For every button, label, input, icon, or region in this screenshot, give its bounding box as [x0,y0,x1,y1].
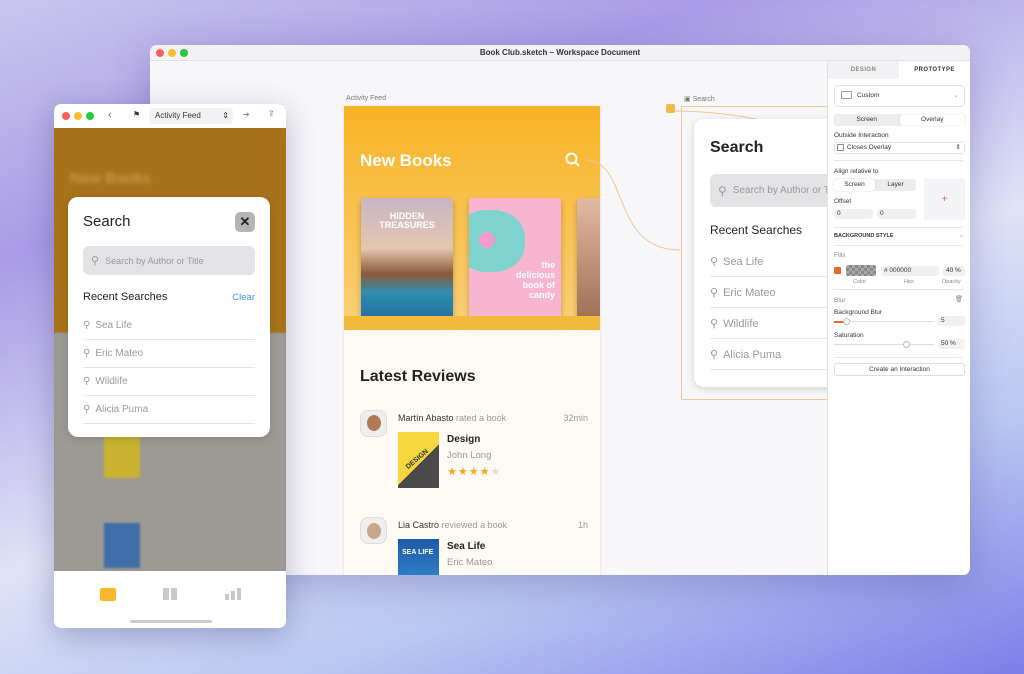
artboard-activity-feed[interactable]: New Books HIDDEN TREASURES the delicious… [344,106,600,575]
opacity-field[interactable]: 40 % [943,266,965,276]
title-bar: Book Club.sketch – Workspace Document [150,45,970,61]
alignment-grid[interactable]: + [924,179,965,220]
avatar [360,410,387,437]
recent-search-item[interactable]: ⚲ Sea Life [83,312,255,340]
hotspot-marker[interactable] [666,104,675,113]
blur-field[interactable]: 5 [938,316,965,326]
artboard-label-search[interactable]: ▣ Search [684,95,715,103]
shelf [344,316,600,330]
saturation-slider[interactable] [834,341,934,348]
artboard-search[interactable]: Search ⚲ Search by Author or Title Recent… [681,106,860,400]
search-icon: ⚲ [83,320,91,331]
tab-bar [54,571,286,628]
search-icon: ⚲ [710,349,719,361]
search-modal: Search ✕ ⚲ Search by Author or Title Rece… [68,197,270,437]
trash-icon[interactable]: 🗑 [955,295,963,303]
device-select[interactable]: Custom ⌄ [834,85,965,107]
search-icon: ⚲ [91,255,100,267]
close-button[interactable] [156,49,164,57]
chevron-down-icon[interactable]: ⌄ [959,231,964,239]
artboard-label-feed[interactable]: Activity Feed [346,95,386,102]
back-icon[interactable]: ‹ [108,109,112,121]
flag-icon[interactable]: ⚑ [133,110,140,119]
tab-prototype[interactable]: PROTOTYPE [899,61,970,79]
clear-button[interactable]: Clear [232,292,255,303]
offset-x-field[interactable]: 0 [834,209,873,219]
search-icon: ⚲ [710,256,719,268]
create-interaction-button[interactable]: Create an Interaction [834,363,965,376]
mode-segmented-control[interactable]: Screen Overlay [834,114,965,126]
search-icon: ⚲ [718,183,727,198]
hex-field[interactable]: # 000000 [881,266,939,276]
blur-slider[interactable] [834,318,934,325]
recent-search-item[interactable]: ⚲ Wildlife [83,368,255,396]
preview-toolbar: ‹ ⚑ Activity Feed ⇕ ➔ ⇪ [54,104,286,128]
window-controls [156,49,188,57]
fill-checkbox[interactable] [834,267,841,274]
feed-header: New Books HIDDEN TREASURES the delicious… [344,106,600,330]
minimize-button[interactable] [168,49,176,57]
window-title: Book Club.sketch – Workspace Document [479,48,641,57]
feed-title: New Books [360,151,452,170]
close-button[interactable] [62,112,70,120]
search-icon: ⚲ [83,348,91,359]
stats-icon[interactable] [225,588,241,600]
saturation-field[interactable]: 50 % [938,339,965,349]
search-icon: ⚲ [83,376,91,387]
books-icon[interactable] [100,588,116,601]
home-indicator [130,620,212,623]
book-cover: DESIGN [398,432,439,488]
reviews-heading: Latest Reviews [360,368,476,385]
tab-design[interactable]: DESIGN [828,61,899,79]
search-icon: ⚲ [710,287,719,299]
book-cover: SEA LIFE [398,539,439,575]
zoom-button[interactable] [86,112,94,120]
device-icon [841,91,852,99]
outside-interaction-select[interactable]: Closes Overlay ⇕ [834,142,965,154]
close-icon[interactable]: ✕ [235,212,255,232]
search-icon: ⚲ [83,404,91,415]
offset-y-field[interactable]: 0 [877,209,916,219]
align-segmented-control[interactable]: Screen Layer [834,179,916,191]
recent-search-item[interactable]: ⚲ Alicia Puma [83,396,255,424]
inspector-panel: DESIGN PROTOTYPE Custom ⌄ Screen Overlay Ou… [827,61,970,575]
search-icon: ⚲ [710,318,719,330]
zoom-button[interactable] [180,49,188,57]
avatar [360,517,387,544]
star-rating: ★★★★★ [447,466,502,478]
library-icon[interactable] [163,588,177,600]
page-selector[interactable]: Activity Feed ⇕ [149,108,233,124]
color-swatch[interactable] [846,265,876,276]
book-cover[interactable]: HIDDEN TREASURES [361,198,453,324]
book-cover[interactable]: the delicious book of candy [469,198,561,324]
search-input[interactable]: ⚲ Search by Author or Title [83,246,255,275]
recent-search-item[interactable]: ⚲ Eric Mateo [83,340,255,368]
minimize-button[interactable] [74,112,82,120]
share-icon[interactable]: ⇪ [268,109,275,118]
forward-icon[interactable]: ➔ [243,110,250,119]
preview-window: ‹ ⚑ Activity Feed ⇕ ➔ ⇪ New Books Search … [54,104,286,628]
